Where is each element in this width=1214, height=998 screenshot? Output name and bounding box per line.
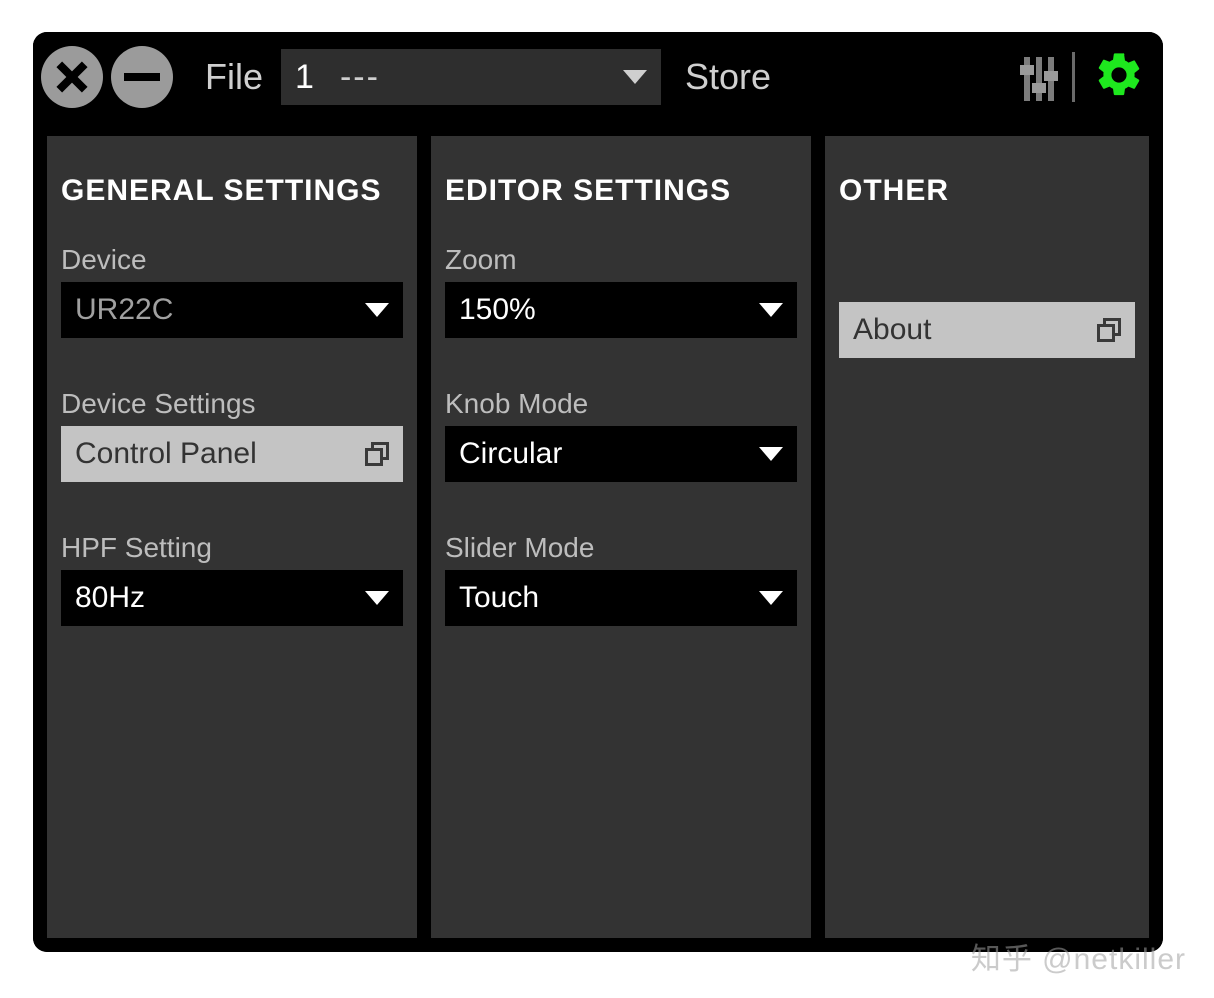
- about-button[interactable]: About: [839, 302, 1135, 358]
- chevron-down-icon: [623, 70, 647, 84]
- editor-settings-title: EDITOR SETTINGS: [445, 174, 797, 208]
- slider-mode-field: Slider Mode Touch: [445, 532, 797, 626]
- knob-mode-select[interactable]: Circular: [445, 426, 797, 482]
- knob-mode-label: Knob Mode: [445, 388, 797, 420]
- file-preset-select[interactable]: 1 ---: [281, 49, 661, 105]
- open-window-icon: [365, 442, 389, 466]
- device-value: UR22C: [75, 293, 173, 327]
- store-button[interactable]: Store: [685, 56, 771, 98]
- panels-container: GENERAL SETTINGS Device UR22C Device Set…: [33, 122, 1163, 952]
- general-settings-title: GENERAL SETTINGS: [61, 174, 403, 208]
- device-select[interactable]: UR22C: [61, 282, 403, 338]
- divider: [1072, 52, 1075, 102]
- control-panel-label: Control Panel: [75, 437, 257, 471]
- hpf-field: HPF Setting 80Hz: [61, 532, 403, 626]
- device-settings-field: Device Settings Control Panel: [61, 388, 403, 482]
- chevron-down-icon: [759, 591, 783, 605]
- knob-mode-field: Knob Mode Circular: [445, 388, 797, 482]
- minimize-button[interactable]: [111, 46, 173, 108]
- slider-mode-value: Touch: [459, 581, 539, 615]
- editor-settings-panel: EDITOR SETTINGS Zoom 150% Knob Mode Circ…: [431, 136, 811, 938]
- other-title: OTHER: [839, 174, 1135, 208]
- gear-icon[interactable]: [1093, 49, 1145, 106]
- zoom-select[interactable]: 150%: [445, 282, 797, 338]
- chevron-down-icon: [759, 447, 783, 461]
- topbar: File 1 --- Store: [33, 32, 1163, 122]
- chevron-down-icon: [759, 303, 783, 317]
- device-label: Device: [61, 244, 403, 276]
- settings-window: File 1 --- Store GENERAL SETTINGS Device: [33, 32, 1163, 952]
- open-window-icon: [1097, 318, 1121, 342]
- zoom-label: Zoom: [445, 244, 797, 276]
- zoom-value: 150%: [459, 293, 536, 327]
- slider-mode-label: Slider Mode: [445, 532, 797, 564]
- chevron-down-icon: [365, 303, 389, 317]
- device-settings-label: Device Settings: [61, 388, 403, 420]
- hpf-select[interactable]: 80Hz: [61, 570, 403, 626]
- zoom-field: Zoom 150%: [445, 244, 797, 338]
- general-settings-panel: GENERAL SETTINGS Device UR22C Device Set…: [47, 136, 417, 938]
- hpf-label: HPF Setting: [61, 532, 403, 564]
- chevron-down-icon: [365, 591, 389, 605]
- slider-mode-select[interactable]: Touch: [445, 570, 797, 626]
- control-panel-button[interactable]: Control Panel: [61, 426, 403, 482]
- close-button[interactable]: [41, 46, 103, 108]
- about-label: About: [853, 313, 931, 347]
- file-label: File: [205, 56, 263, 98]
- file-preset-name: ---: [340, 58, 623, 97]
- other-panel: OTHER About: [825, 136, 1149, 938]
- file-preset-number: 1: [295, 58, 314, 97]
- knob-mode-value: Circular: [459, 437, 562, 471]
- hpf-value: 80Hz: [75, 581, 145, 615]
- mixer-icon[interactable]: [1024, 53, 1054, 101]
- device-field: Device UR22C: [61, 244, 403, 338]
